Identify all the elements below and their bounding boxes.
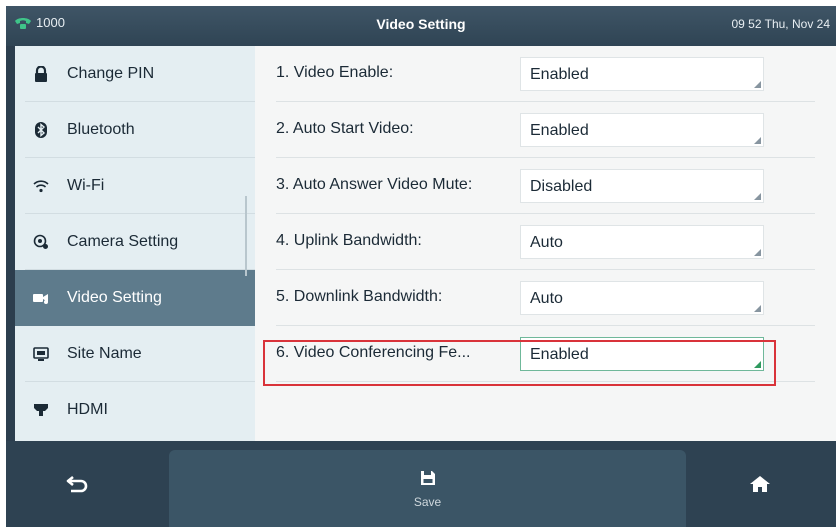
setting-row-auto-start-video: 2. Auto Start Video: Enabled [255,102,836,158]
setting-row-auto-answer-video-mute: 3. Auto Answer Video Mute: Disabled [255,158,836,214]
phone-screen: 1000 Video Setting 09 52 Thu, Nov 24 Cha… [6,6,836,527]
home-button[interactable] [749,475,771,498]
sidebar-item-change-pin[interactable]: Change PIN [15,46,255,102]
monitor-icon [30,346,52,362]
video-enable-select[interactable]: Enabled [520,57,764,91]
save-button[interactable]: Save [169,450,686,527]
sidebar-item-label: Wi-Fi [67,177,105,194]
auto-start-video-select[interactable]: Enabled [520,113,764,147]
setting-row-video-enable: 1. Video Enable: Enabled [255,46,836,102]
auto-answer-video-mute-select[interactable]: Disabled [520,169,764,203]
sidebar-item-camera-setting[interactable]: Camera Setting [15,214,255,270]
setting-row-downlink-bandwidth: 5. Downlink Bandwidth: Auto [255,270,836,326]
dropdown-corner-icon [754,81,761,88]
dropdown-corner-icon [754,305,761,312]
sidebar-item-label: Bluetooth [67,121,135,138]
setting-label: 1. Video Enable: [276,64,394,81]
bluetooth-icon [30,122,52,138]
setting-label: 2. Auto Start Video: [276,120,414,137]
sidebar-item-bluetooth[interactable]: Bluetooth [15,102,255,158]
bottom-softkey-bar: Save [6,441,836,527]
setting-row-uplink-bandwidth: 4. Uplink Bandwidth: Auto [255,214,836,270]
highlight-box [263,340,776,386]
wifi-icon [30,179,52,193]
setting-label: 5. Downlink Bandwidth: [276,288,443,305]
sidebar-item-label: HDMI [67,401,108,418]
select-value: Enabled [530,66,589,83]
setting-label: 3. Auto Answer Video Mute: [276,176,473,193]
video-icon [30,292,52,304]
dropdown-corner-icon [754,249,761,256]
sidebar-item-hdmi[interactable]: HDMI [15,382,255,438]
sidebar-item-video-setting[interactable]: Video Setting [15,270,255,326]
floppy-disk-icon [420,470,436,491]
back-button[interactable] [66,475,88,498]
sidebar-item-label: Video Setting [67,289,162,306]
select-value: Disabled [530,178,593,195]
page-title: Video Setting [376,16,466,32]
setting-label: 4. Uplink Bandwidth: [276,232,422,249]
downlink-bandwidth-select[interactable]: Auto [520,281,764,315]
lock-icon [30,66,52,82]
select-value: Auto [530,290,563,307]
sidebar-scrollbar[interactable] [245,196,247,276]
select-value: Enabled [530,122,589,139]
sidebar-item-label: Site Name [67,345,142,362]
hdmi-icon [30,403,52,417]
sidebar: Change PIN Bluetooth Wi-Fi Camera Settin… [15,46,255,441]
sidebar-item-site-name[interactable]: Site Name [15,326,255,382]
uplink-bandwidth-select[interactable]: Auto [520,225,764,259]
home-icon [749,476,771,497]
dropdown-corner-icon [754,137,761,144]
sidebar-item-wifi[interactable]: Wi-Fi [15,158,255,214]
save-label: Save [413,495,442,509]
sidebar-item-label: Camera Setting [67,233,179,250]
sidebar-item-label: Change PIN [67,65,155,82]
datetime: 09 52 Thu, Nov 24 [731,17,830,31]
status-bar: 1000 Video Setting 09 52 Thu, Nov 24 [6,6,836,46]
back-arrow-icon [66,475,88,497]
select-value: Auto [530,234,563,251]
camera-icon [30,234,52,250]
dropdown-corner-icon [754,193,761,200]
